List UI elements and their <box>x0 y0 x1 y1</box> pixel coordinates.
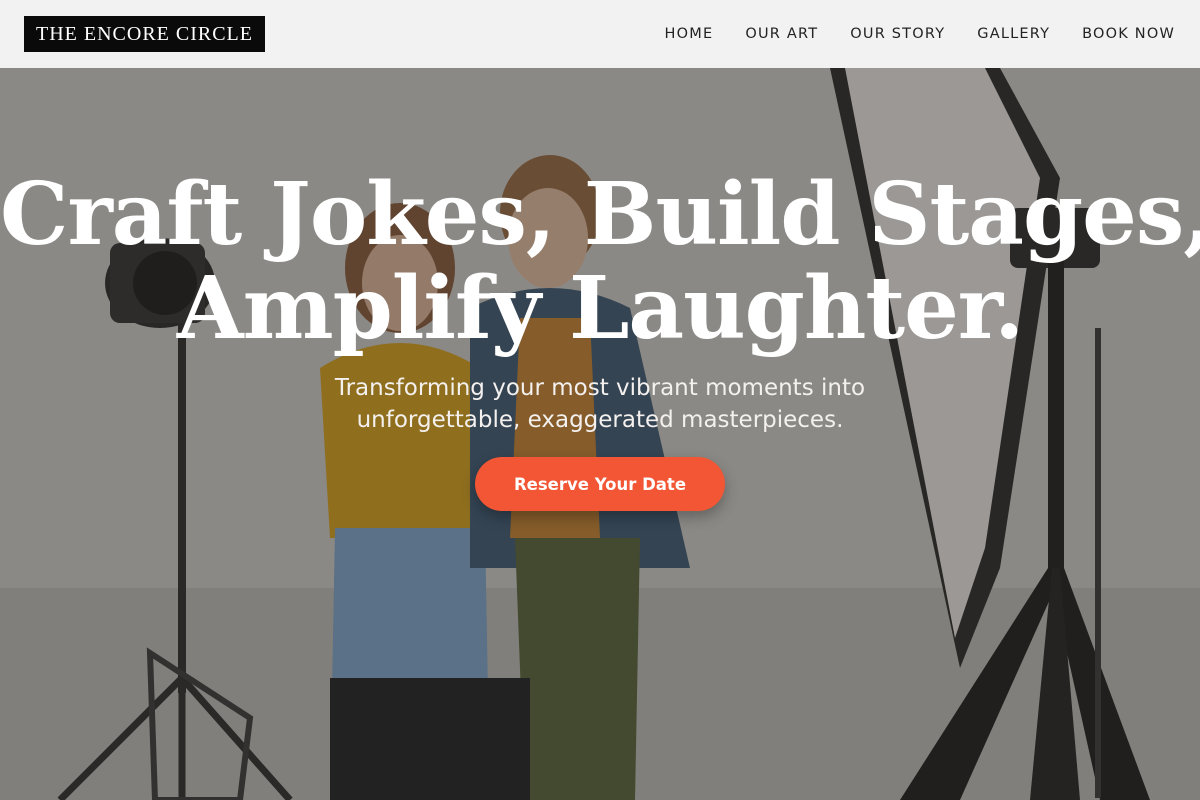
nav-our-art[interactable]: OUR ART <box>745 26 818 42</box>
nav-gallery[interactable]: GALLERY <box>977 26 1050 42</box>
reserve-date-button[interactable]: Reserve Your Date <box>475 457 725 511</box>
hero-subtext: Transforming your most vibrant moments i… <box>0 372 1200 436</box>
main-nav: HOME OUR ART OUR STORY GALLERY BOOK NOW <box>633 26 1175 42</box>
nav-home[interactable]: HOME <box>665 26 714 42</box>
hero-subtext-line-1: Transforming your most vibrant moments i… <box>334 375 866 401</box>
nav-book-now[interactable]: BOOK NOW <box>1082 26 1175 42</box>
nav-our-story[interactable]: OUR STORY <box>850 26 945 42</box>
hero-headline: Craft Jokes, Build Stages, Amplify Laugh… <box>0 168 1200 356</box>
site-header: THE ENCORE CIRCLE HOME OUR ART OUR STORY… <box>0 0 1200 68</box>
hero-headline-line-2: Amplify Laughter. <box>176 258 1024 359</box>
hero-subtext-line-2: unforgettable, exaggerated masterpieces. <box>356 407 844 433</box>
site-logo[interactable]: THE ENCORE CIRCLE <box>24 16 265 52</box>
hero-headline-line-1: Craft Jokes, Build Stages, <box>0 164 1200 265</box>
